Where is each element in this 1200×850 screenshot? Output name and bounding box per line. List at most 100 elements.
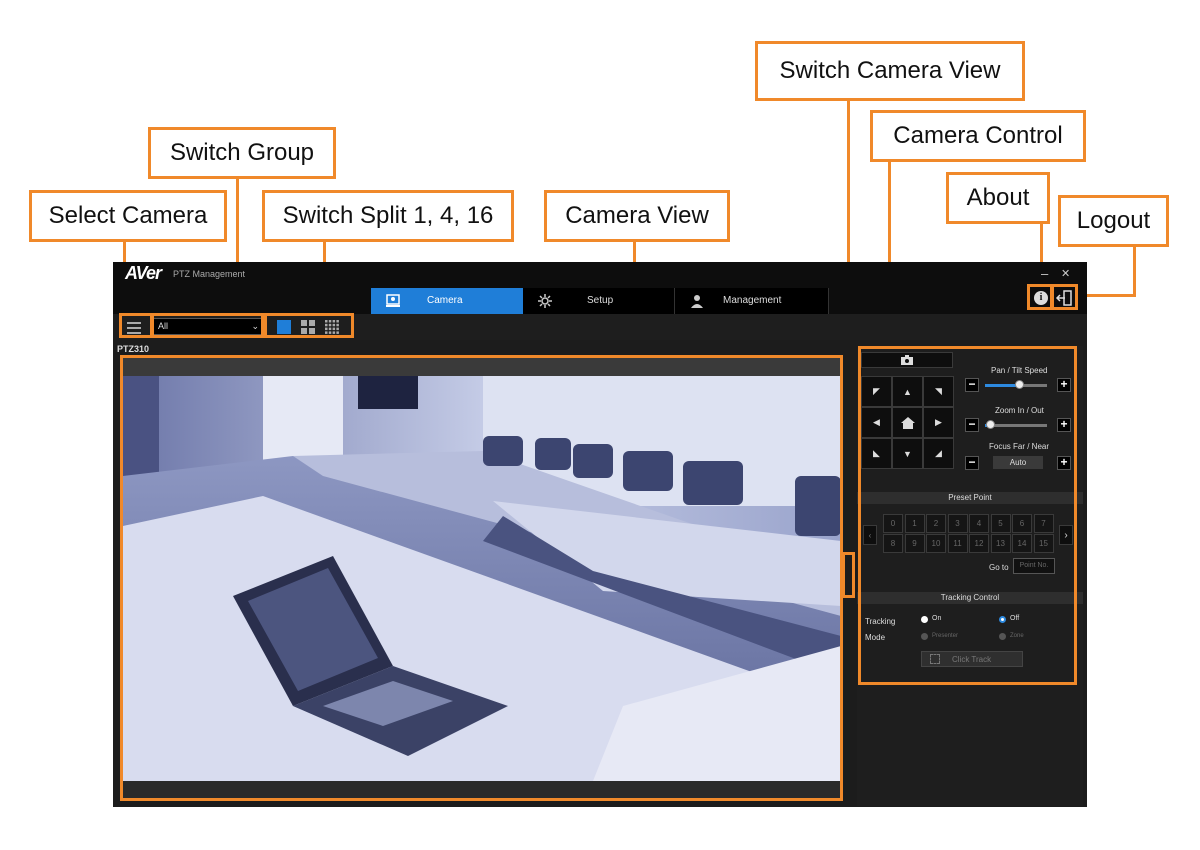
- mode-zone-radio[interactable]: [999, 633, 1006, 640]
- minimize-button[interactable]: –: [1041, 266, 1048, 281]
- preset-grid: 0 1 2 3 4 5 6 7 8 9 10 11 12 13 14 15: [883, 514, 1055, 554]
- split-4-button[interactable]: [301, 320, 315, 334]
- mode-label: Mode: [865, 633, 886, 642]
- zoom-in-button[interactable]: +: [1057, 418, 1071, 432]
- ptz-down-button[interactable]: ▼: [892, 438, 923, 469]
- zoom-knob[interactable]: [986, 420, 996, 429]
- preset-button[interactable]: 9: [904, 534, 925, 553]
- tracking-on-radio[interactable]: [921, 616, 928, 623]
- camera-name-label: PTZ310: [117, 344, 150, 354]
- mode-presenter-label: Presenter: [932, 633, 959, 639]
- callout-select-camera: Select Camera: [29, 190, 227, 242]
- callout-camera-view: Camera View: [544, 190, 730, 242]
- callout-switch-camera-view: Switch Camera View: [755, 41, 1025, 101]
- tracking-off-label: Off: [1010, 615, 1020, 622]
- tracking-label: Tracking: [865, 617, 896, 626]
- home-icon: [900, 416, 915, 429]
- focus-near-button[interactable]: −: [965, 456, 979, 470]
- preset-button[interactable]: 6: [1012, 514, 1032, 533]
- camera-user-icon: [385, 293, 401, 309]
- pan-tilt-speed-slider[interactable]: [985, 380, 1047, 389]
- nav-bar: Camera Setup Management i: [113, 286, 1087, 314]
- camera-control-panel: ◤ ▲ ◥ ◀ ▶ ◣ ▼ ◢ Pan / Tilt Speed − + Zoo…: [857, 346, 1083, 806]
- ptz-up-button[interactable]: ▲: [892, 376, 923, 407]
- callout-switch-split: Switch Split 1, 4, 16: [262, 190, 514, 242]
- chevron-down-icon: ⌄: [251, 321, 259, 331]
- click-track-icon: [930, 654, 940, 664]
- callout-camera-control: Camera Control: [870, 110, 1086, 162]
- preset-button[interactable]: 4: [969, 514, 989, 533]
- camera-feed-image: [123, 376, 841, 781]
- click-track-button[interactable]: Click Track: [921, 651, 1023, 667]
- zoom-slider[interactable]: [985, 420, 1047, 429]
- preset-next-button[interactable]: ›: [1059, 525, 1073, 545]
- gear-icon: [537, 293, 553, 309]
- tab-camera[interactable]: Camera: [371, 288, 523, 314]
- preset-button[interactable]: 15: [1033, 534, 1054, 553]
- ptz-home-button[interactable]: [892, 407, 923, 438]
- preset-button[interactable]: 12: [969, 534, 989, 553]
- preset-button[interactable]: 7: [1033, 514, 1054, 533]
- about-icon[interactable]: i: [1034, 291, 1048, 305]
- tab-management[interactable]: Management: [675, 288, 829, 314]
- snapshot-button[interactable]: [861, 352, 953, 368]
- pan-tilt-speed-knob[interactable]: [1015, 380, 1025, 389]
- goto-label: Go to: [989, 563, 1009, 572]
- mode-zone-label: Zone: [1010, 633, 1024, 639]
- title-bar: AVer PTZ Management – ✕: [113, 262, 1087, 286]
- tab-management-label: Management: [723, 295, 782, 306]
- pan-tilt-speed-minus-button[interactable]: −: [965, 378, 979, 392]
- focus-far-button[interactable]: +: [1057, 456, 1071, 470]
- ptz-right-button[interactable]: ▶: [923, 407, 954, 438]
- preset-button[interactable]: 10: [926, 534, 946, 553]
- preset-button[interactable]: 5: [990, 514, 1011, 533]
- tab-setup[interactable]: Setup: [523, 288, 675, 314]
- preset-button[interactable]: 8: [883, 534, 903, 553]
- pan-tilt-speed-label: Pan / Tilt Speed: [991, 366, 1048, 375]
- tracking-off-radio[interactable]: [999, 616, 1006, 623]
- ptz-up-left-button[interactable]: ◤: [861, 376, 892, 407]
- group-select-value: All: [158, 321, 169, 331]
- ptz-down-left-button[interactable]: ◣: [861, 438, 892, 469]
- group-select[interactable]: All ⌄: [153, 318, 263, 335]
- user-icon: [689, 293, 705, 309]
- split-1-button[interactable]: [277, 320, 291, 334]
- camera-icon: [901, 355, 913, 365]
- preset-prev-button[interactable]: ‹: [863, 525, 877, 545]
- preset-button[interactable]: 13: [990, 534, 1011, 553]
- preset-button[interactable]: 2: [926, 514, 946, 533]
- app-subtitle: PTZ Management: [173, 269, 246, 279]
- tracking-section-header: Tracking Control: [857, 592, 1083, 604]
- split-16-button[interactable]: [325, 320, 339, 334]
- preset-button[interactable]: 3: [947, 514, 968, 533]
- focus-mode-display[interactable]: Auto: [993, 456, 1043, 469]
- preset-button[interactable]: 1: [904, 514, 925, 533]
- callout-switch-group: Switch Group: [148, 127, 336, 179]
- goto-point-input[interactable]: Point No.: [1013, 558, 1055, 574]
- tracking-on-label: On: [932, 615, 942, 622]
- camera-view-header: [123, 356, 841, 376]
- tab-camera-label: Camera: [427, 295, 463, 306]
- tab-setup-label: Setup: [587, 295, 614, 306]
- ptz-up-right-button[interactable]: ◥: [923, 376, 954, 407]
- zoom-out-button[interactable]: −: [965, 418, 979, 432]
- preset-section-header: Preset Point: [857, 492, 1083, 504]
- aver-logo: AVer: [125, 263, 162, 283]
- toolbar: All ⌄: [113, 314, 1087, 340]
- preset-button[interactable]: 11: [947, 534, 968, 553]
- camera-view[interactable]: [123, 356, 841, 798]
- mode-presenter-radio[interactable]: [921, 633, 928, 640]
- pan-tilt-speed-plus-button[interactable]: +: [1057, 378, 1071, 392]
- connector-line: [1133, 247, 1136, 297]
- preset-button[interactable]: 14: [1012, 534, 1032, 553]
- ptz-down-right-button[interactable]: ◢: [923, 438, 954, 469]
- pan-tilt-speed-fill: [985, 384, 1020, 387]
- app-window: AVer PTZ Management – ✕ Camera Setup Man…: [113, 262, 1087, 807]
- menu-icon[interactable]: [127, 321, 141, 334]
- ptz-left-button[interactable]: ◀: [861, 407, 892, 438]
- logout-icon[interactable]: [1055, 290, 1073, 306]
- preset-button[interactable]: 0: [883, 514, 903, 533]
- zoom-label: Zoom In / Out: [995, 406, 1044, 415]
- close-button[interactable]: ✕: [1061, 267, 1070, 280]
- focus-label: Focus Far / Near: [989, 442, 1050, 451]
